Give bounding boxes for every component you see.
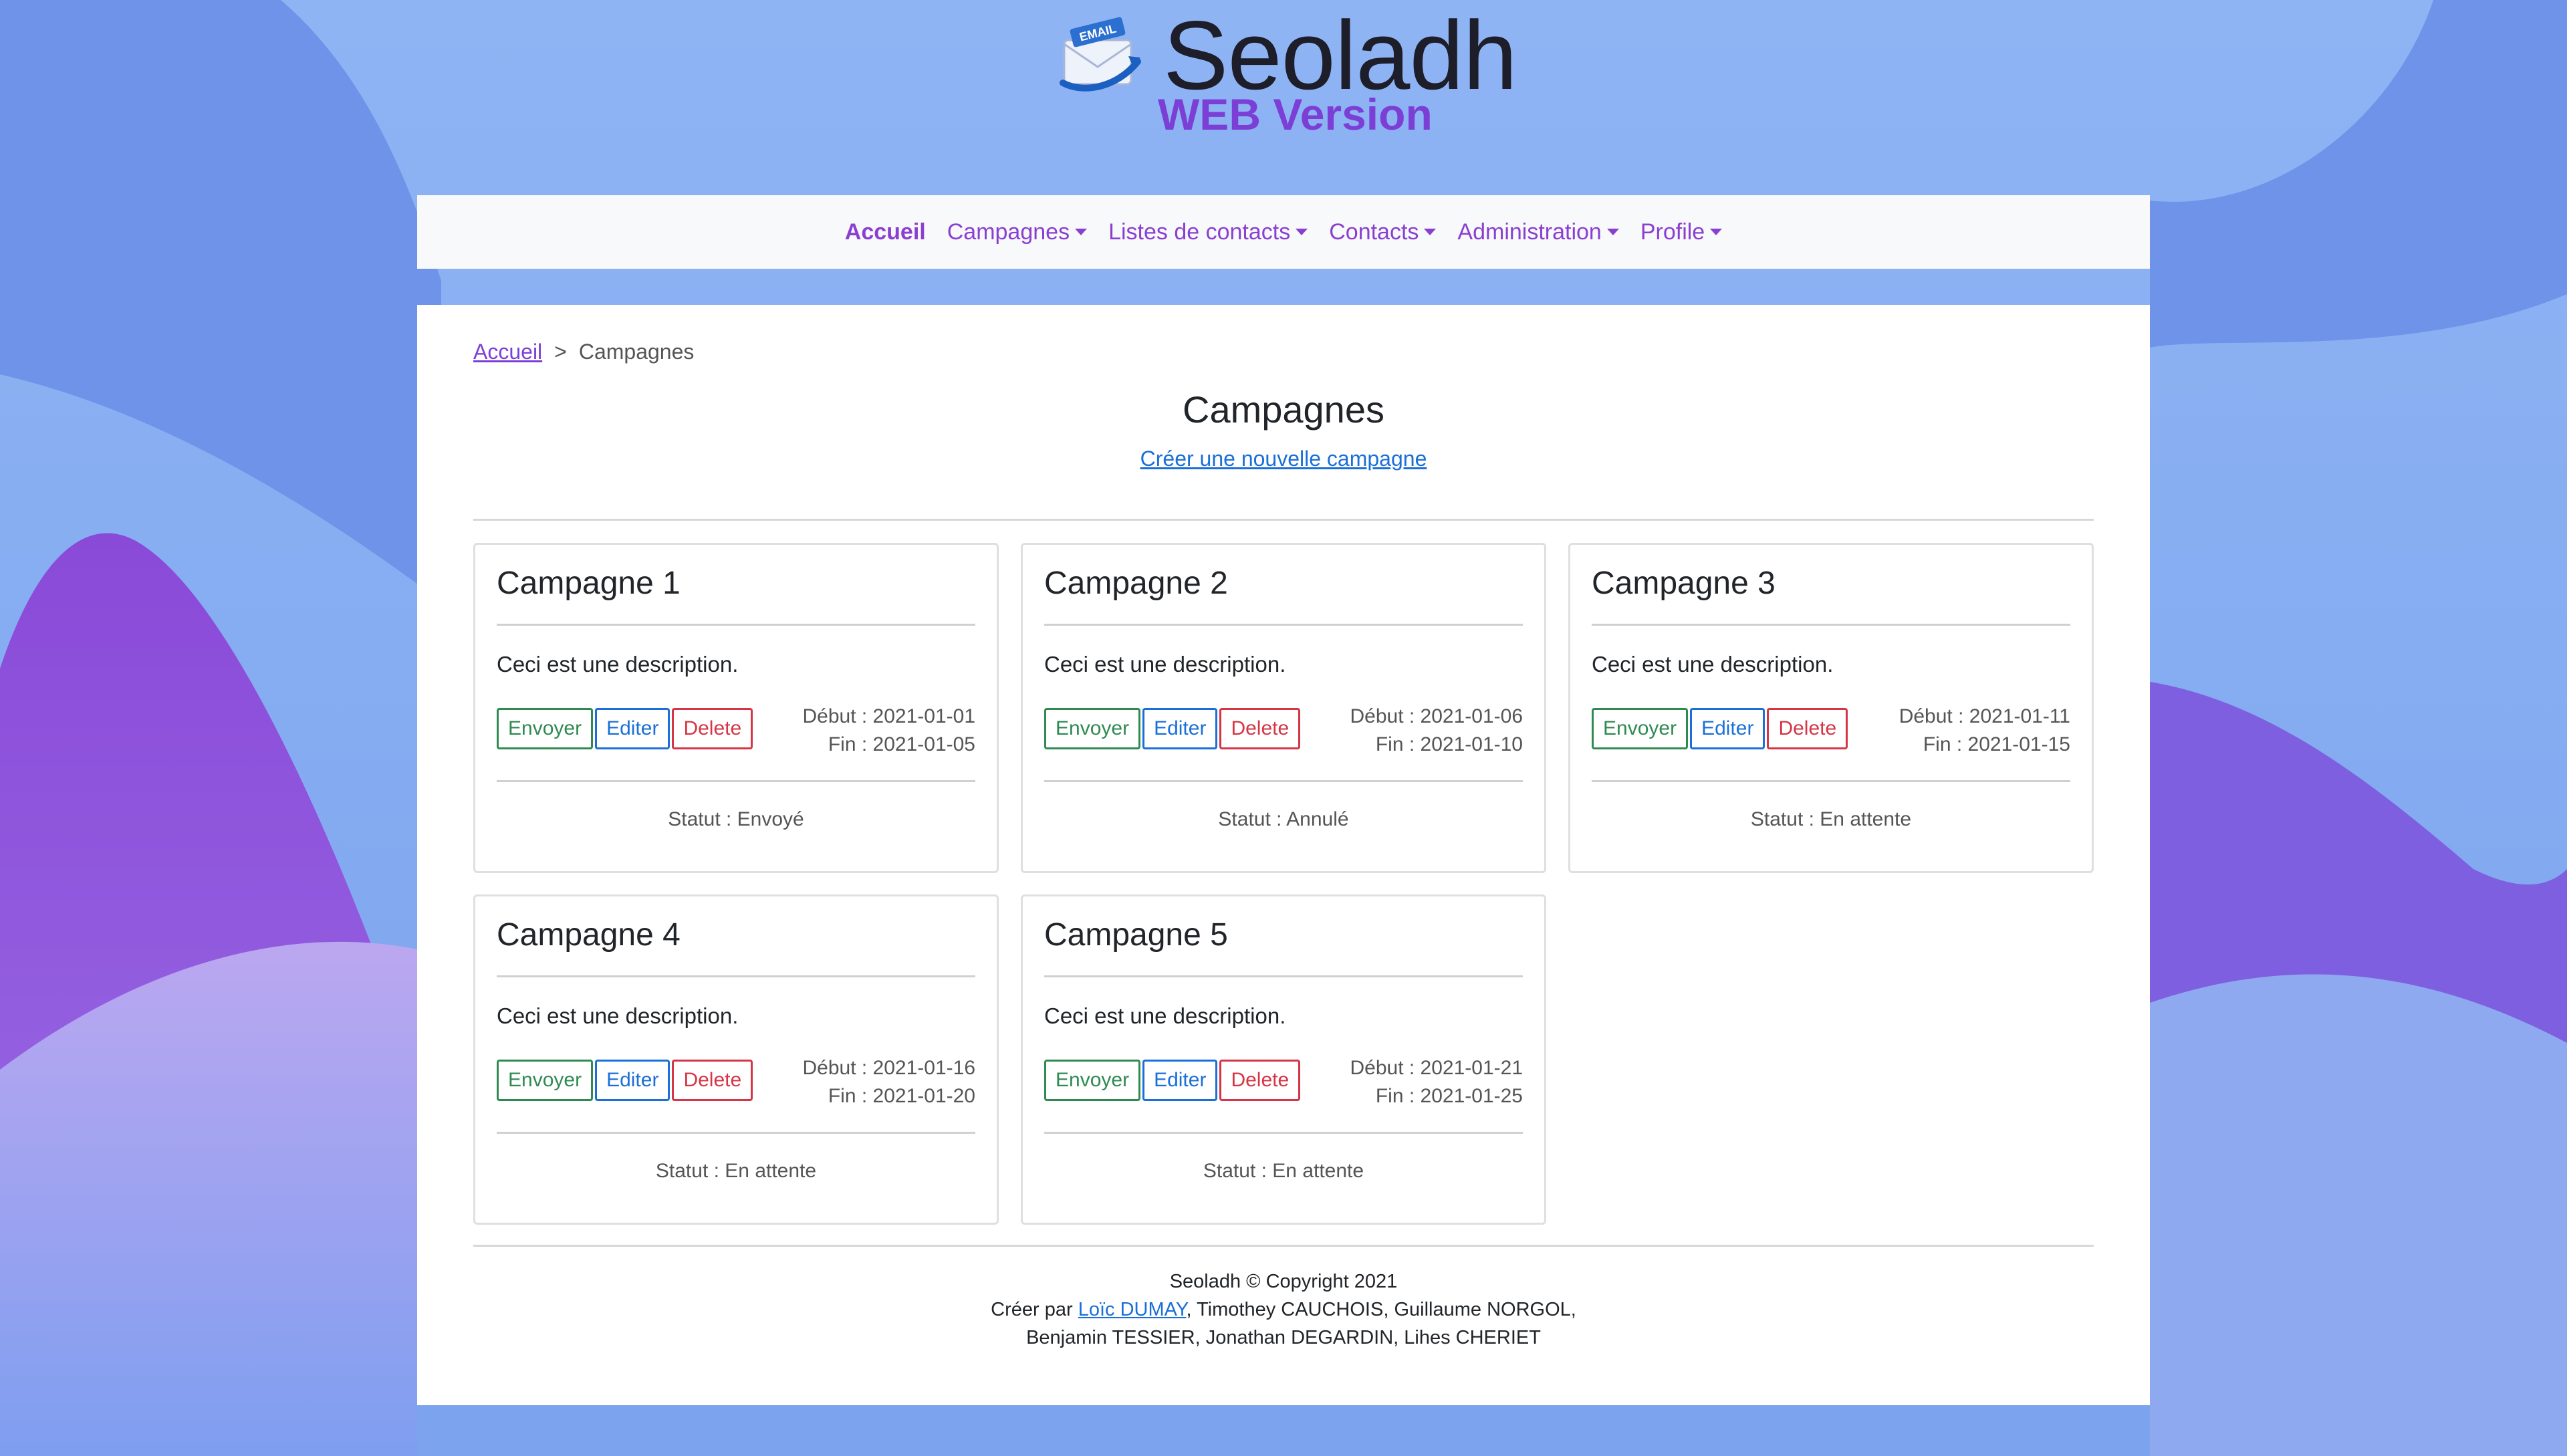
- email-envelope-icon: EMAIL: [1060, 17, 1141, 92]
- footer-credits-line1: Créer par Loïc DUMAY, Timothey CAUCHOIS,…: [417, 1296, 2150, 1324]
- delete-button[interactable]: Delete: [1219, 708, 1301, 749]
- campaign-status: Statut : Envoyé: [668, 808, 804, 830]
- nav-item-listes-de-contacts[interactable]: Listes de contacts: [1098, 219, 1318, 245]
- send-button[interactable]: Envoyer: [1044, 1060, 1141, 1101]
- campaign-title: Campagne 1: [497, 566, 681, 601]
- campaign-dates: Début : 2021-01-01 Fin : 2021-01-05: [802, 703, 975, 759]
- campaign-card: Campagne 3 Ceci est une description. Env…: [1568, 543, 2094, 873]
- chevron-down-icon: [1296, 229, 1308, 235]
- page-footer: Seoladh © Copyright 2021 Créer par Loïc …: [417, 1267, 2150, 1352]
- send-button[interactable]: Envoyer: [1044, 708, 1141, 749]
- footer-credits-prefix: Créer par: [991, 1299, 1078, 1320]
- edit-button[interactable]: Editer: [1690, 708, 1765, 749]
- campaign-status: Statut : En attente: [1750, 808, 1912, 830]
- breadcrumb-separator: >: [554, 340, 567, 364]
- send-button[interactable]: Envoyer: [497, 1060, 594, 1101]
- campaign-description: Ceci est une description.: [1044, 1003, 1286, 1028]
- breadcrumb: Accueil > Campagnes: [473, 340, 694, 364]
- campaign-end-date: Fin : 2021-01-15: [1923, 733, 2070, 755]
- campaign-actions: Envoyer Editer Delete: [497, 1060, 755, 1101]
- send-button[interactable]: Envoyer: [497, 708, 594, 749]
- campaign-start-date: Début : 2021-01-11: [1899, 705, 2070, 727]
- campaign-title: Campagne 5: [1044, 917, 1228, 953]
- campaign-title: Campagne 3: [1592, 566, 1776, 601]
- footer-copyright: Seoladh © Copyright 2021: [1169, 1271, 1398, 1292]
- divider: [497, 624, 975, 626]
- delete-button[interactable]: Delete: [672, 1060, 753, 1101]
- page-title: Campagnes: [1183, 388, 1384, 431]
- divider: [497, 975, 975, 977]
- create-campaign-link-wrap: Créer une nouvelle campagne: [417, 447, 2150, 471]
- chevron-down-icon: [1075, 229, 1088, 235]
- campaign-card: Campagne 4 Ceci est une description. Env…: [473, 894, 999, 1225]
- breadcrumb-home-link[interactable]: Accueil: [473, 340, 542, 364]
- campaign-card: Campagne 5 Ceci est une description. Env…: [1021, 894, 1546, 1225]
- edit-button[interactable]: Editer: [595, 708, 670, 749]
- main-panel: Accueil > Campagnes Campagnes Créer une no…: [417, 305, 2150, 1405]
- nav-item-contacts[interactable]: Contacts: [1318, 219, 1447, 245]
- campaign-end-date: Fin : 2021-01-05: [828, 733, 975, 755]
- campaign-dates: Début : 2021-01-11 Fin : 2021-01-15: [1899, 703, 2070, 759]
- campaign-description: Ceci est une description.: [497, 652, 739, 677]
- nav-list: Accueil Campagnes Listes de contacts Con…: [834, 219, 1733, 245]
- edit-button[interactable]: Editer: [1142, 1060, 1218, 1101]
- campaign-dates: Début : 2021-01-16 Fin : 2021-01-20: [802, 1054, 975, 1110]
- divider: [497, 1132, 975, 1134]
- footer-credits-rest: , Timothey CAUCHOIS, Guillaume NORGOL,: [1186, 1299, 1576, 1320]
- delete-button[interactable]: Delete: [672, 708, 753, 749]
- campaign-actions: Envoyer Editer Delete: [1044, 1060, 1302, 1101]
- divider: [1592, 780, 2070, 782]
- campaign-status: Statut : En attente: [1203, 1160, 1364, 1182]
- campaign-title: Campagne 2: [1044, 566, 1228, 601]
- edit-button[interactable]: Editer: [595, 1060, 670, 1101]
- nav-item-campagnes[interactable]: Campagnes: [937, 219, 1098, 245]
- delete-button[interactable]: Delete: [1219, 1060, 1301, 1101]
- top-navbar: Accueil Campagnes Listes de contacts Con…: [417, 195, 2150, 269]
- campaign-dates: Début : 2021-01-21 Fin : 2021-01-25: [1350, 1054, 1523, 1110]
- campaign-status: Statut : En attente: [655, 1160, 817, 1182]
- campaign-grid: Campagne 1 Ceci est une description. Env…: [473, 543, 2094, 1225]
- campaign-description: Ceci est une description.: [497, 1003, 739, 1028]
- campaign-description: Ceci est une description.: [1592, 652, 1834, 677]
- campaign-card: Campagne 2 Ceci est une description. Env…: [1021, 543, 1546, 873]
- edit-button[interactable]: Editer: [1142, 708, 1218, 749]
- nav-item-profile[interactable]: Profile: [1630, 219, 1733, 245]
- author-link[interactable]: Loïc DUMAY: [1078, 1299, 1187, 1320]
- campaign-start-date: Début : 2021-01-01: [802, 705, 975, 727]
- campaign-start-date: Début : 2021-01-21: [1350, 1057, 1523, 1079]
- campaign-dates: Début : 2021-01-06 Fin : 2021-01-10: [1350, 703, 1523, 759]
- divider: [1044, 780, 1523, 782]
- nav-item-accueil[interactable]: Accueil: [834, 219, 937, 245]
- campaign-title: Campagne 4: [497, 917, 681, 953]
- campaign-start-date: Début : 2021-01-06: [1350, 705, 1523, 727]
- campaign-actions: Envoyer Editer Delete: [1044, 708, 1302, 749]
- campaign-description: Ceci est une description.: [1044, 652, 1286, 677]
- campaign-end-date: Fin : 2021-01-20: [828, 1085, 975, 1107]
- divider: [473, 519, 2094, 521]
- divider: [1044, 624, 1523, 626]
- divider: [1592, 624, 2070, 626]
- send-button[interactable]: Envoyer: [1592, 708, 1689, 749]
- breadcrumb-current: Campagnes: [578, 340, 695, 364]
- chevron-down-icon: [1424, 229, 1437, 235]
- campaign-actions: Envoyer Editer Delete: [1592, 708, 1850, 749]
- brand-subtitle: WEB Version: [1158, 90, 1433, 139]
- campaign-end-date: Fin : 2021-01-10: [1375, 733, 1523, 755]
- divider: [1044, 1132, 1523, 1134]
- campaign-actions: Envoyer Editer Delete: [497, 708, 755, 749]
- chevron-down-icon: [1710, 229, 1723, 235]
- divider: [497, 780, 975, 782]
- divider: [1044, 975, 1523, 977]
- footer-credits-line2: Benjamin TESSIER, Jonathan DEGARDIN, Lih…: [1026, 1327, 1541, 1348]
- brand-logo[interactable]: EMAIL Seoladh WEB Version: [1056, 7, 1524, 143]
- campaign-status: Statut : Annulé: [1218, 808, 1349, 830]
- delete-button[interactable]: Delete: [1767, 708, 1848, 749]
- campaign-card: Campagne 1 Ceci est une description. Env…: [473, 543, 999, 873]
- campaign-end-date: Fin : 2021-01-25: [1375, 1085, 1523, 1107]
- divider: [473, 1245, 2094, 1247]
- nav-item-administration[interactable]: Administration: [1447, 219, 1629, 245]
- create-campaign-link[interactable]: Créer une nouvelle campagne: [1140, 447, 1427, 471]
- chevron-down-icon: [1606, 229, 1619, 235]
- campaign-start-date: Début : 2021-01-16: [802, 1057, 975, 1079]
